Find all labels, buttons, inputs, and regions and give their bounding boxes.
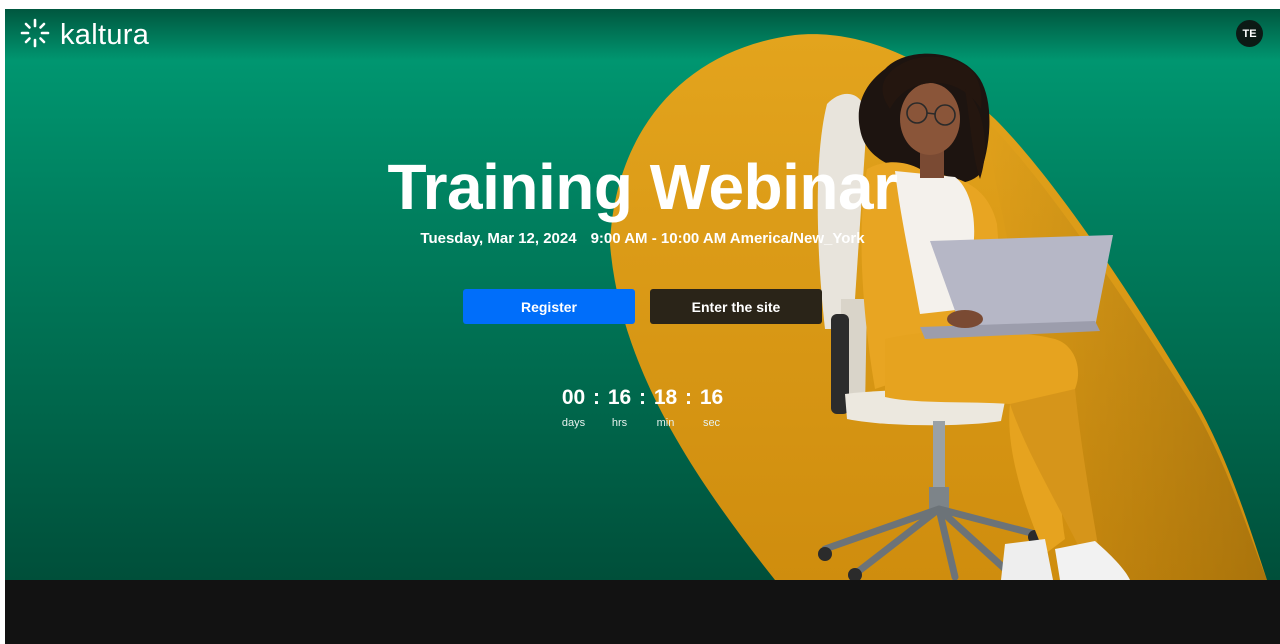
- page-frame: kaltura TE Training Webinar Tuesday, Mar…: [5, 9, 1280, 644]
- countdown-seconds-value: 16: [699, 386, 724, 409]
- countdown-timer: 00 days : 16 hrs : 18 min : 16 sec: [5, 385, 1280, 431]
- countdown-days-value: 00: [561, 386, 586, 409]
- hero-banner: kaltura TE Training Webinar Tuesday, Mar…: [5, 9, 1280, 580]
- countdown-separator: :: [639, 386, 646, 409]
- user-avatar[interactable]: TE: [1236, 20, 1263, 47]
- countdown-seconds: 16 sec: [695, 385, 729, 431]
- countdown-separator: :: [593, 386, 600, 409]
- event-title: Training Webinar: [387, 151, 899, 223]
- countdown-minutes-value: 18: [653, 386, 678, 409]
- countdown-days: 00 days: [557, 385, 591, 431]
- event-time: 9:00 AM - 10:00 AM America/New_York: [590, 230, 865, 247]
- countdown-days-label: days: [561, 417, 586, 429]
- countdown-hours-label: hrs: [611, 417, 628, 429]
- countdown-hours: 16 hrs: [603, 385, 637, 431]
- countdown-minutes: 18 min: [649, 385, 683, 431]
- countdown-seconds-label: sec: [702, 417, 721, 429]
- hero-artwork: [610, 34, 1267, 580]
- register-button[interactable]: Register: [463, 289, 635, 324]
- event-date: Tuesday, Mar 12, 2024: [420, 230, 577, 247]
- countdown-separator: :: [685, 386, 692, 409]
- countdown-minutes-label: min: [656, 417, 675, 429]
- event-datetime: Tuesday, Mar 12, 2024 9:00 AM - 10:00 AM …: [5, 228, 1280, 250]
- logo-text: kaltura: [60, 18, 150, 51]
- countdown-hours-value: 16: [607, 386, 632, 409]
- kaltura-logo[interactable]: kaltura: [19, 18, 149, 52]
- enter-site-button[interactable]: Enter the site: [650, 289, 822, 324]
- kaltura-burst-icon: [19, 17, 51, 54]
